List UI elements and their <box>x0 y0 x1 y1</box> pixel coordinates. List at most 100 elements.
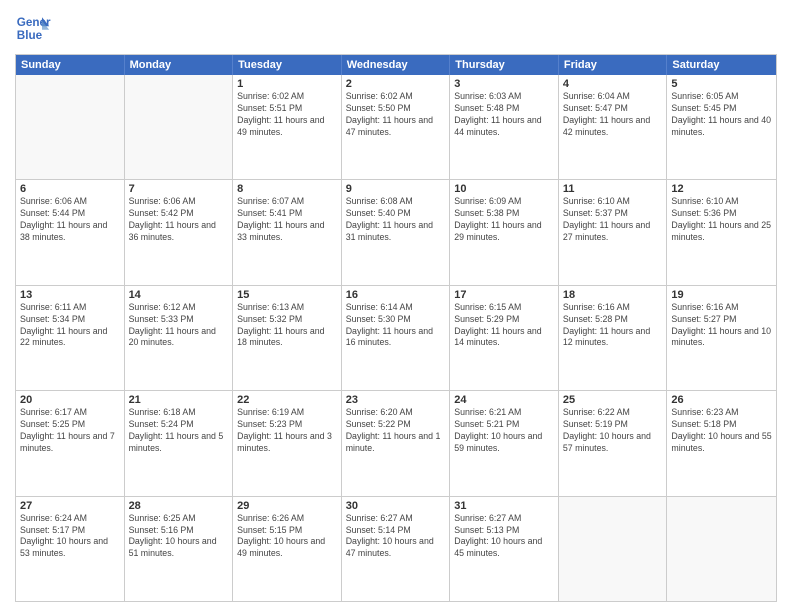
calendar-header-cell: Sunday <box>16 55 125 75</box>
calendar-cell <box>16 75 125 179</box>
day-number: 8 <box>237 183 337 195</box>
cell-info: Sunrise: 6:27 AM Sunset: 5:14 PM Dayligh… <box>346 513 446 561</box>
calendar-week-row: 13Sunrise: 6:11 AM Sunset: 5:34 PM Dayli… <box>16 285 776 390</box>
calendar-cell <box>667 497 776 601</box>
calendar-cell <box>125 75 234 179</box>
day-number: 26 <box>671 394 772 406</box>
day-number: 30 <box>346 500 446 512</box>
day-number: 19 <box>671 289 772 301</box>
calendar-week-row: 6Sunrise: 6:06 AM Sunset: 5:44 PM Daylig… <box>16 179 776 284</box>
calendar-week-row: 1Sunrise: 6:02 AM Sunset: 5:51 PM Daylig… <box>16 75 776 179</box>
calendar-week-row: 27Sunrise: 6:24 AM Sunset: 5:17 PM Dayli… <box>16 496 776 601</box>
calendar-cell: 16Sunrise: 6:14 AM Sunset: 5:30 PM Dayli… <box>342 286 451 390</box>
logo-icon: General Blue <box>15 10 51 46</box>
cell-info: Sunrise: 6:26 AM Sunset: 5:15 PM Dayligh… <box>237 513 337 561</box>
calendar-cell: 31Sunrise: 6:27 AM Sunset: 5:13 PM Dayli… <box>450 497 559 601</box>
calendar-cell: 2Sunrise: 6:02 AM Sunset: 5:50 PM Daylig… <box>342 75 451 179</box>
day-number: 13 <box>20 289 120 301</box>
day-number: 18 <box>563 289 663 301</box>
calendar-header-cell: Tuesday <box>233 55 342 75</box>
calendar-cell: 12Sunrise: 6:10 AM Sunset: 5:36 PM Dayli… <box>667 180 776 284</box>
calendar-cell: 3Sunrise: 6:03 AM Sunset: 5:48 PM Daylig… <box>450 75 559 179</box>
calendar-cell: 4Sunrise: 6:04 AM Sunset: 5:47 PM Daylig… <box>559 75 668 179</box>
day-number: 20 <box>20 394 120 406</box>
calendar-body: 1Sunrise: 6:02 AM Sunset: 5:51 PM Daylig… <box>16 75 776 601</box>
calendar-cell: 20Sunrise: 6:17 AM Sunset: 5:25 PM Dayli… <box>16 391 125 495</box>
day-number: 3 <box>454 78 554 90</box>
day-number: 1 <box>237 78 337 90</box>
calendar-cell: 1Sunrise: 6:02 AM Sunset: 5:51 PM Daylig… <box>233 75 342 179</box>
day-number: 24 <box>454 394 554 406</box>
calendar-cell: 9Sunrise: 6:08 AM Sunset: 5:40 PM Daylig… <box>342 180 451 284</box>
calendar-cell: 6Sunrise: 6:06 AM Sunset: 5:44 PM Daylig… <box>16 180 125 284</box>
calendar-cell: 5Sunrise: 6:05 AM Sunset: 5:45 PM Daylig… <box>667 75 776 179</box>
calendar-cell: 13Sunrise: 6:11 AM Sunset: 5:34 PM Dayli… <box>16 286 125 390</box>
cell-info: Sunrise: 6:03 AM Sunset: 5:48 PM Dayligh… <box>454 91 554 139</box>
day-number: 9 <box>346 183 446 195</box>
header: General Blue <box>15 10 777 46</box>
day-number: 5 <box>671 78 772 90</box>
day-number: 14 <box>129 289 229 301</box>
cell-info: Sunrise: 6:13 AM Sunset: 5:32 PM Dayligh… <box>237 302 337 350</box>
day-number: 29 <box>237 500 337 512</box>
calendar-cell: 19Sunrise: 6:16 AM Sunset: 5:27 PM Dayli… <box>667 286 776 390</box>
cell-info: Sunrise: 6:14 AM Sunset: 5:30 PM Dayligh… <box>346 302 446 350</box>
calendar-cell: 21Sunrise: 6:18 AM Sunset: 5:24 PM Dayli… <box>125 391 234 495</box>
calendar-cell: 10Sunrise: 6:09 AM Sunset: 5:38 PM Dayli… <box>450 180 559 284</box>
cell-info: Sunrise: 6:22 AM Sunset: 5:19 PM Dayligh… <box>563 407 663 455</box>
calendar-cell: 30Sunrise: 6:27 AM Sunset: 5:14 PM Dayli… <box>342 497 451 601</box>
calendar-cell: 8Sunrise: 6:07 AM Sunset: 5:41 PM Daylig… <box>233 180 342 284</box>
day-number: 21 <box>129 394 229 406</box>
cell-info: Sunrise: 6:24 AM Sunset: 5:17 PM Dayligh… <box>20 513 120 561</box>
day-number: 11 <box>563 183 663 195</box>
cell-info: Sunrise: 6:18 AM Sunset: 5:24 PM Dayligh… <box>129 407 229 455</box>
cell-info: Sunrise: 6:11 AM Sunset: 5:34 PM Dayligh… <box>20 302 120 350</box>
cell-info: Sunrise: 6:16 AM Sunset: 5:27 PM Dayligh… <box>671 302 772 350</box>
cell-info: Sunrise: 6:08 AM Sunset: 5:40 PM Dayligh… <box>346 196 446 244</box>
day-number: 6 <box>20 183 120 195</box>
page: General Blue SundayMondayTuesdayWednesda… <box>0 0 792 612</box>
calendar-cell: 11Sunrise: 6:10 AM Sunset: 5:37 PM Dayli… <box>559 180 668 284</box>
calendar-cell: 24Sunrise: 6:21 AM Sunset: 5:21 PM Dayli… <box>450 391 559 495</box>
calendar-cell <box>559 497 668 601</box>
cell-info: Sunrise: 6:25 AM Sunset: 5:16 PM Dayligh… <box>129 513 229 561</box>
cell-info: Sunrise: 6:21 AM Sunset: 5:21 PM Dayligh… <box>454 407 554 455</box>
day-number: 28 <box>129 500 229 512</box>
calendar-cell: 28Sunrise: 6:25 AM Sunset: 5:16 PM Dayli… <box>125 497 234 601</box>
cell-info: Sunrise: 6:17 AM Sunset: 5:25 PM Dayligh… <box>20 407 120 455</box>
calendar-cell: 23Sunrise: 6:20 AM Sunset: 5:22 PM Dayli… <box>342 391 451 495</box>
calendar-cell: 22Sunrise: 6:19 AM Sunset: 5:23 PM Dayli… <box>233 391 342 495</box>
calendar-header-row: SundayMondayTuesdayWednesdayThursdayFrid… <box>16 55 776 75</box>
calendar-cell: 29Sunrise: 6:26 AM Sunset: 5:15 PM Dayli… <box>233 497 342 601</box>
day-number: 17 <box>454 289 554 301</box>
day-number: 27 <box>20 500 120 512</box>
day-number: 7 <box>129 183 229 195</box>
cell-info: Sunrise: 6:09 AM Sunset: 5:38 PM Dayligh… <box>454 196 554 244</box>
cell-info: Sunrise: 6:06 AM Sunset: 5:44 PM Dayligh… <box>20 196 120 244</box>
calendar-cell: 18Sunrise: 6:16 AM Sunset: 5:28 PM Dayli… <box>559 286 668 390</box>
calendar-header-cell: Monday <box>125 55 234 75</box>
cell-info: Sunrise: 6:19 AM Sunset: 5:23 PM Dayligh… <box>237 407 337 455</box>
cell-info: Sunrise: 6:27 AM Sunset: 5:13 PM Dayligh… <box>454 513 554 561</box>
calendar-header-cell: Friday <box>559 55 668 75</box>
calendar-cell: 25Sunrise: 6:22 AM Sunset: 5:19 PM Dayli… <box>559 391 668 495</box>
cell-info: Sunrise: 6:12 AM Sunset: 5:33 PM Dayligh… <box>129 302 229 350</box>
cell-info: Sunrise: 6:23 AM Sunset: 5:18 PM Dayligh… <box>671 407 772 455</box>
cell-info: Sunrise: 6:16 AM Sunset: 5:28 PM Dayligh… <box>563 302 663 350</box>
calendar: SundayMondayTuesdayWednesdayThursdayFrid… <box>15 54 777 602</box>
cell-info: Sunrise: 6:04 AM Sunset: 5:47 PM Dayligh… <box>563 91 663 139</box>
calendar-week-row: 20Sunrise: 6:17 AM Sunset: 5:25 PM Dayli… <box>16 390 776 495</box>
cell-info: Sunrise: 6:06 AM Sunset: 5:42 PM Dayligh… <box>129 196 229 244</box>
cell-info: Sunrise: 6:10 AM Sunset: 5:37 PM Dayligh… <box>563 196 663 244</box>
day-number: 16 <box>346 289 446 301</box>
calendar-header-cell: Saturday <box>667 55 776 75</box>
calendar-cell: 27Sunrise: 6:24 AM Sunset: 5:17 PM Dayli… <box>16 497 125 601</box>
cell-info: Sunrise: 6:02 AM Sunset: 5:50 PM Dayligh… <box>346 91 446 139</box>
day-number: 10 <box>454 183 554 195</box>
calendar-cell: 7Sunrise: 6:06 AM Sunset: 5:42 PM Daylig… <box>125 180 234 284</box>
calendar-header-cell: Thursday <box>450 55 559 75</box>
day-number: 23 <box>346 394 446 406</box>
day-number: 22 <box>237 394 337 406</box>
cell-info: Sunrise: 6:20 AM Sunset: 5:22 PM Dayligh… <box>346 407 446 455</box>
cell-info: Sunrise: 6:10 AM Sunset: 5:36 PM Dayligh… <box>671 196 772 244</box>
